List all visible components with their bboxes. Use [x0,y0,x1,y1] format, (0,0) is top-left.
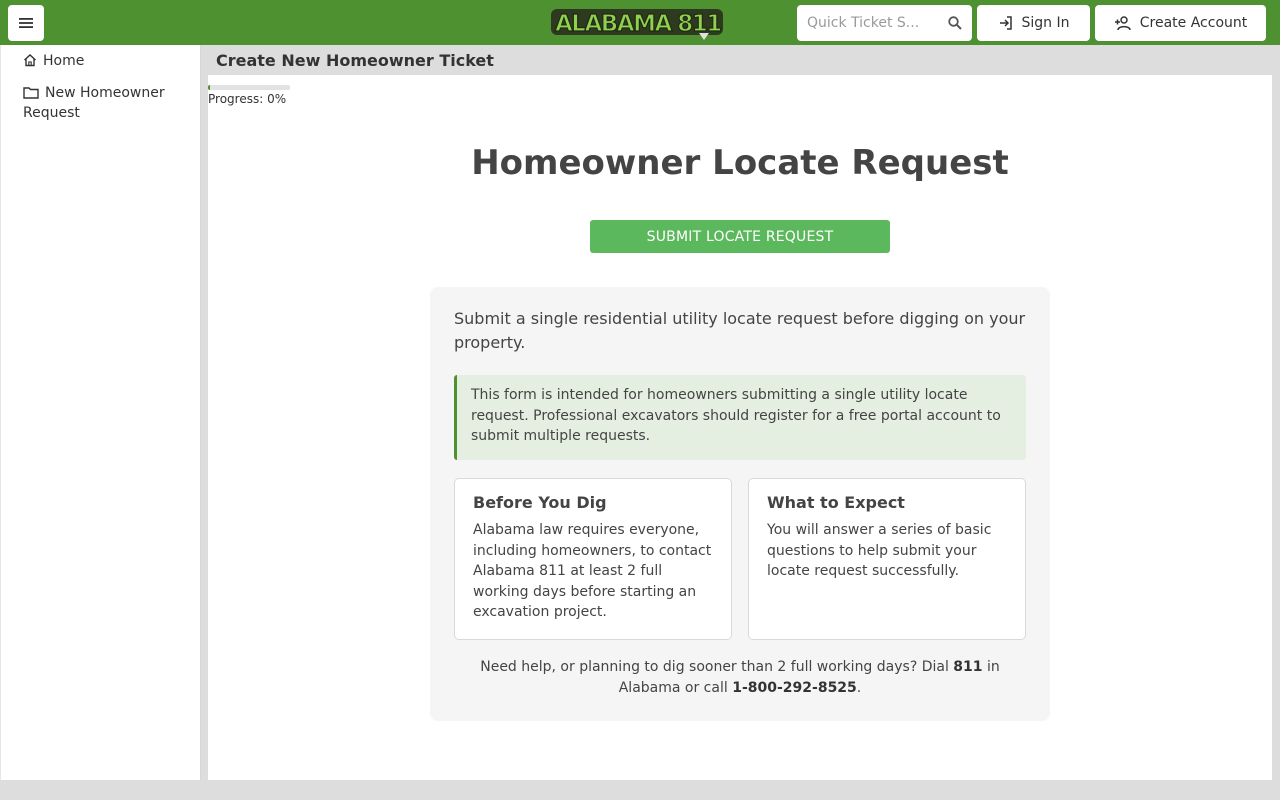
folder-icon [23,87,39,99]
homeowner-notice: This form is intended for homeowners sub… [454,375,1026,460]
before-you-dig-card: Before You Dig Alabama law requires ever… [454,478,732,640]
help-text-part: Need help, or planning to dig sooner tha… [480,659,954,675]
info-panel: Submit a single residential utility loca… [430,287,1050,721]
page-title: Create New Homeowner Ticket [216,51,494,70]
quick-ticket-search[interactable] [797,5,972,41]
sidebar: Home New Homeowner Request [0,45,201,780]
search-input[interactable] [807,15,937,31]
sidebar-item-new-homeowner-request[interactable]: New Homeowner Request [23,83,193,123]
sign-in-button[interactable]: Sign In [977,5,1090,41]
help-text: Need help, or planning to dig sooner tha… [454,657,1026,699]
menu-button[interactable] [8,5,44,41]
svg-text:ALABAMA 811: ALABAMA 811 [555,11,721,37]
card-title: What to Expect [767,493,905,512]
card-body: You will answer a series of basic questi… [767,522,992,579]
intro-text: Submit a single residential utility loca… [454,309,1026,352]
main-content: Progress: 0% Homeowner Locate Request SU… [208,75,1272,780]
main-heading: Homeowner Locate Request [471,143,1009,183]
sidebar-item-home[interactable]: Home [23,51,84,71]
hamburger-icon [19,18,33,28]
create-account-button[interactable]: Create Account [1095,5,1266,41]
progress-bar [208,85,290,90]
home-icon [24,54,36,67]
what-to-expect-card: What to Expect You will answer a series … [748,478,1026,640]
add-user-icon [1114,16,1131,31]
progress-label: Progress: 0% [208,92,287,106]
progress-fill [208,85,211,90]
dial-811: 811 [953,659,983,675]
sidebar-item-label: Home [43,53,85,69]
search-icon[interactable] [948,16,962,30]
login-icon [999,16,1012,30]
top-bar: ALABAMA 811 Sign In Create Account [0,0,1280,45]
sign-in-label: Sign In [1021,15,1070,31]
help-text-part: . [856,680,862,696]
card-title: Before You Dig [473,493,607,512]
create-account-label: Create Account [1139,15,1248,31]
card-body: Alabama law requires everyone, including… [473,522,712,620]
alabama-811-logo[interactable]: ALABAMA 811 [549,3,727,41]
phone-number: 1-800-292-8525 [732,680,857,696]
sidebar-item-label: New Homeowner Request [23,85,165,121]
submit-locate-request-button[interactable]: SUBMIT LOCATE REQUEST [590,220,890,253]
